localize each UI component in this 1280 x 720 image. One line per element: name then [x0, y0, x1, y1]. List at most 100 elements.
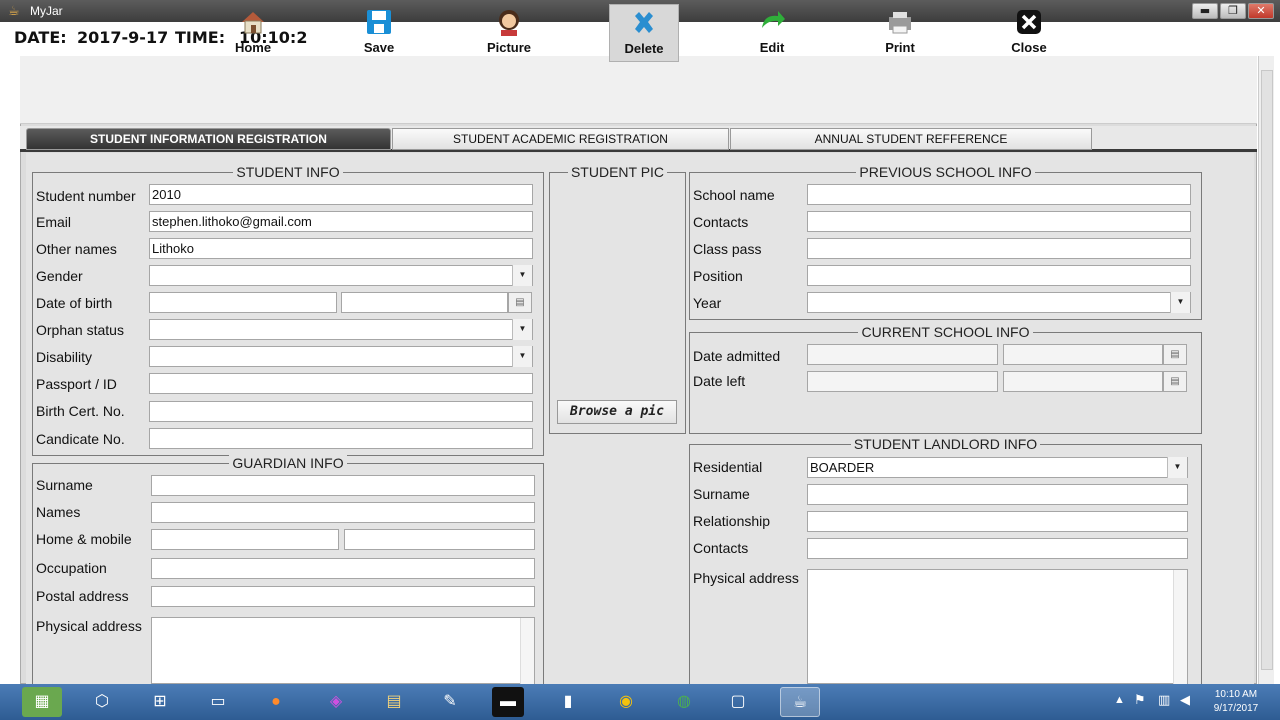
scrollbar[interactable]: [1173, 570, 1187, 684]
minimize-button[interactable]: ▬: [1192, 3, 1218, 19]
window-icon[interactable]: ▢: [718, 687, 758, 717]
birth-cert-label: Birth Cert. No.: [36, 403, 125, 419]
window-title: MyJar: [30, 4, 63, 18]
home-mobile-label: Home & mobile: [36, 531, 132, 547]
tab-annual-reference[interactable]: ANNUAL STUDENT REFFERENCE: [730, 128, 1092, 150]
calendar-icon[interactable]: ▤: [1163, 344, 1187, 365]
student-info-title: STUDENT INFO: [233, 164, 343, 180]
guardian-physical-address-textarea[interactable]: [151, 617, 535, 684]
chevron-down-icon[interactable]: ▼: [1170, 292, 1190, 313]
globe-icon[interactable]: ◍: [664, 687, 704, 717]
files-icon[interactable]: ▤: [374, 687, 414, 717]
scrollbar-thumb[interactable]: [1261, 70, 1273, 670]
student-number-field[interactable]: 2010: [149, 184, 533, 205]
dob-day-field[interactable]: [149, 292, 337, 313]
current-school-title: CURRENT SCHOOL INFO: [858, 324, 1033, 340]
save-button[interactable]: Save: [344, 4, 414, 62]
close-window-button[interactable]: ✕: [1248, 3, 1274, 19]
cube-icon[interactable]: ⬡: [82, 687, 122, 717]
school-name-field[interactable]: [807, 184, 1191, 205]
relationship-field[interactable]: [807, 511, 1188, 532]
network-icon[interactable]: ⊞: [140, 687, 180, 717]
date-left-field-1[interactable]: [807, 371, 998, 392]
tray-expand-icon[interactable]: ▲: [1114, 694, 1125, 706]
landlord-surname-field[interactable]: [807, 484, 1188, 505]
student-pic-title: STUDENT PIC: [567, 164, 668, 180]
occupation-field[interactable]: [151, 558, 535, 579]
picture-button[interactable]: Picture: [474, 4, 544, 62]
landlord-surname-label: Surname: [693, 486, 750, 502]
position-label: Position: [693, 268, 743, 284]
birth-cert-field[interactable]: [149, 401, 533, 422]
candidate-label: Candicate No.: [36, 431, 125, 447]
scrollbar[interactable]: [520, 618, 534, 684]
person-icon: [499, 10, 519, 36]
home-phone-field[interactable]: [151, 529, 339, 550]
student-pic-panel: STUDENT PIC: [549, 164, 686, 434]
date-admitted-field-2[interactable]: [1003, 344, 1163, 365]
landlord-contacts-field[interactable]: [807, 538, 1188, 559]
class-pass-field[interactable]: [807, 238, 1191, 259]
date-admitted-label: Date admitted: [693, 348, 781, 364]
disability-select[interactable]: [149, 346, 533, 367]
folder-icon[interactable]: ▭: [198, 687, 238, 717]
passport-field[interactable]: [149, 373, 533, 394]
close-button[interactable]: Close: [994, 4, 1064, 62]
candidate-field[interactable]: [149, 428, 533, 449]
chevron-down-icon[interactable]: ▼: [512, 319, 532, 340]
network-tray-icon[interactable]: ▥: [1158, 692, 1170, 708]
java-icon[interactable]: ☕: [780, 687, 820, 717]
position-field[interactable]: [807, 265, 1191, 286]
delete-button[interactable]: Delete: [609, 4, 679, 62]
landlord-physical-address-textarea[interactable]: [807, 569, 1188, 684]
edit-button[interactable]: Edit: [737, 4, 807, 62]
year-select[interactable]: [807, 292, 1191, 313]
browse-pic-button[interactable]: Browse a pic: [557, 400, 677, 424]
firefox-icon[interactable]: ●: [256, 687, 296, 717]
other-names-field[interactable]: Lithoko: [149, 238, 533, 259]
terminal-icon[interactable]: ▬: [492, 687, 524, 717]
print-button[interactable]: Print: [865, 4, 935, 62]
start-button[interactable]: ▦: [22, 687, 62, 717]
tab-student-academic[interactable]: STUDENT ACADEMIC REGISTRATION: [392, 128, 729, 150]
email-field[interactable]: stephen.lithoko@gmail.com: [149, 211, 533, 232]
app-icon[interactable]: ◈: [316, 687, 356, 717]
window-scrollbar[interactable]: [1258, 56, 1274, 684]
guardian-surname-label: Surname: [36, 477, 93, 493]
calendar-icon[interactable]: ▤: [508, 292, 532, 313]
school-contacts-field[interactable]: [807, 211, 1191, 232]
calendar-icon[interactable]: ▤: [1163, 371, 1187, 392]
flag-icon[interactable]: ⚑: [1134, 692, 1146, 708]
home-button[interactable]: Home: [218, 4, 288, 62]
mobile-phone-field[interactable]: [344, 529, 535, 550]
book-icon[interactable]: ▮: [548, 687, 588, 717]
maximize-button[interactable]: ❐: [1220, 3, 1246, 19]
orphan-status-select[interactable]: [149, 319, 533, 340]
date-admitted-field-1[interactable]: [807, 344, 998, 365]
edit-arrow-icon: [762, 11, 785, 28]
school-contacts-label: Contacts: [693, 214, 749, 230]
date-left-field-2[interactable]: [1003, 371, 1163, 392]
dob-date-field[interactable]: [341, 292, 508, 313]
chevron-down-icon[interactable]: ▼: [512, 265, 532, 286]
school-name-label: School name: [693, 187, 775, 203]
residential-label: Residential: [693, 459, 763, 475]
residential-select[interactable]: BOARDER: [807, 457, 1188, 478]
guardian-names-field[interactable]: [151, 502, 535, 523]
other-names-label: Other names: [36, 241, 117, 257]
system-clock[interactable]: 10:10 AM 9/17/2017: [1196, 688, 1276, 716]
gender-select[interactable]: [149, 265, 533, 286]
chevron-down-icon[interactable]: ▼: [1167, 457, 1187, 478]
chrome-icon[interactable]: ◉: [606, 687, 646, 717]
volume-icon[interactable]: ◀: [1180, 692, 1190, 708]
dob-label: Date of birth: [36, 295, 113, 311]
paint-icon[interactable]: ✎: [430, 687, 470, 717]
tab-student-information[interactable]: STUDENT INFORMATION REGISTRATION: [26, 128, 391, 150]
guardian-surname-field[interactable]: [151, 475, 535, 496]
clock-time: 10:10 AM: [1214, 689, 1258, 700]
postal-address-field[interactable]: [151, 586, 535, 607]
java-icon: ☕: [8, 3, 20, 18]
class-pass-label: Class pass: [693, 241, 762, 257]
chevron-down-icon[interactable]: ▼: [512, 346, 532, 367]
landlord-contacts-label: Contacts: [693, 540, 749, 556]
